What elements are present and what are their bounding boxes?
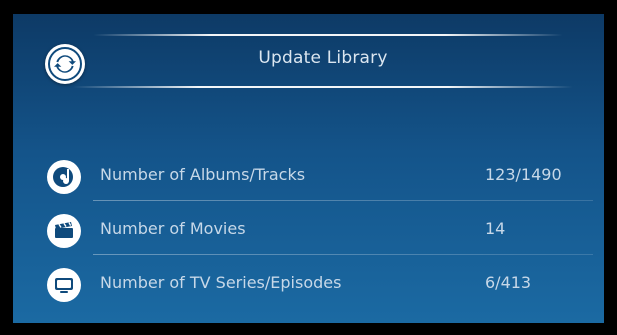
- stat-value: 123/1490: [485, 165, 562, 184]
- header-top-divider: [93, 34, 563, 36]
- stat-row-tv-series-episodes: Number of TV Series/Episodes 6/413: [13, 255, 604, 309]
- stat-value: 6/413: [485, 273, 532, 292]
- tv-icon: [47, 268, 81, 302]
- library-stats-panel: Update Library Number of Albums/Tracks 1…: [13, 14, 604, 323]
- stat-label: Number of TV Series/Episodes: [100, 273, 342, 292]
- header-bottom-divider: [73, 86, 573, 88]
- header: Update Library: [13, 14, 604, 94]
- clapperboard-icon: [47, 214, 81, 248]
- stat-row-albums-tracks: Number of Albums/Tracks 123/1490: [13, 147, 604, 201]
- music-disc-icon: [47, 160, 81, 194]
- stat-label: Number of Movies: [100, 219, 246, 238]
- stat-label: Number of Albums/Tracks: [100, 165, 306, 184]
- stat-value: 14: [485, 219, 506, 238]
- refresh-icon: [54, 55, 76, 73]
- page-title: Update Library: [258, 48, 388, 68]
- update-library-button[interactable]: [45, 44, 85, 84]
- stat-row-movies: Number of Movies 14: [13, 201, 604, 255]
